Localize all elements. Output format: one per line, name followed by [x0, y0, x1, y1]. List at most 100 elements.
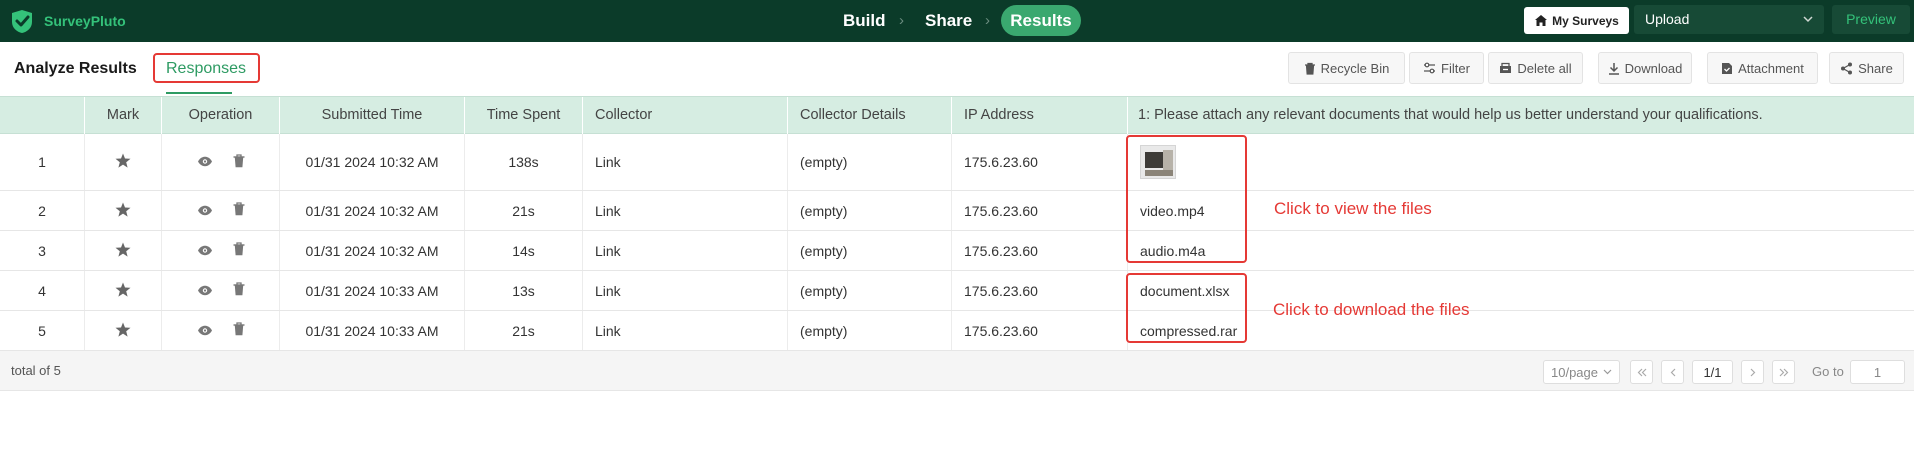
total-count: total of 5: [11, 363, 61, 378]
attachment-label: Attachment: [1738, 60, 1804, 76]
last-page-button[interactable]: [1772, 360, 1795, 384]
submitted-time: 01/31 2024 10:33 AM: [280, 311, 465, 350]
view-eye-icon[interactable]: [197, 154, 213, 170]
star-mark-icon[interactable]: [115, 153, 131, 171]
table-header: Mark Operation Submitted Time Time Spent…: [0, 96, 1914, 134]
delete-trash-icon[interactable]: [233, 153, 245, 171]
results-subheader: Analyze Results Responses Recycle Bin Fi…: [0, 42, 1914, 96]
view-eye-icon[interactable]: [197, 323, 213, 339]
previous-page-button[interactable]: [1661, 360, 1684, 384]
column-header-submitted-time[interactable]: Submitted Time: [280, 97, 465, 134]
annotation-view-files: Click to view the files: [1274, 199, 1432, 218]
mark-cell: [85, 191, 162, 230]
ip-address: 175.6.23.60: [952, 191, 1128, 230]
first-page-button[interactable]: [1630, 360, 1653, 384]
collector: Link: [583, 134, 788, 190]
column-header-ip-address[interactable]: IP Address: [952, 97, 1128, 134]
step-results[interactable]: Results: [1001, 5, 1081, 36]
active-tab-indicator: [166, 92, 232, 94]
row-index: 2: [0, 191, 85, 230]
double-chevron-left-icon: [1637, 368, 1646, 376]
operation-cell: [162, 231, 280, 270]
operation-cell: [162, 134, 280, 190]
delete-trash-icon[interactable]: [233, 202, 245, 219]
column-header-question-1[interactable]: 1: Please attach any relevant documents …: [1128, 97, 1914, 134]
star-mark-icon[interactable]: [115, 322, 131, 340]
tab-analyze-results[interactable]: Analyze Results: [14, 60, 137, 78]
column-header-index: [0, 97, 85, 134]
attachment-file-icon: [1722, 62, 1733, 74]
view-eye-icon[interactable]: [197, 283, 213, 299]
collector-details: (empty): [788, 311, 952, 350]
time-spent: 21s: [465, 191, 583, 230]
operation-cell: [162, 311, 280, 350]
page-size-select[interactable]: 10/page: [1543, 360, 1620, 384]
view-eye-icon[interactable]: [197, 203, 213, 219]
column-header-mark[interactable]: Mark: [85, 97, 162, 134]
step-separator: ›: [985, 12, 990, 29]
time-spent: 14s: [465, 231, 583, 270]
chevron-down-icon: [1802, 5, 1814, 44]
column-header-collector[interactable]: Collector: [583, 97, 788, 134]
view-eye-icon[interactable]: [197, 243, 213, 259]
star-mark-icon[interactable]: [115, 282, 131, 300]
row-index: 4: [0, 271, 85, 310]
step-share[interactable]: Share: [925, 0, 972, 42]
collector-details: (empty): [788, 134, 952, 190]
time-spent: 13s: [465, 271, 583, 310]
operation-cell: [162, 271, 280, 310]
table-row: 4 01/31 2024 10:33 AM 13s Link (empty) 175.6.…: [0, 271, 1914, 311]
step-separator: ›: [899, 12, 904, 29]
my-surveys-button[interactable]: My Surveys: [1524, 7, 1629, 34]
collector-details: (empty): [788, 271, 952, 310]
table-row: 3 01/31 2024 10:32 AM 14s Link (empty) 175.6.…: [0, 231, 1914, 271]
share-icon: [1841, 62, 1853, 74]
top-navigation-bar: SurveyPluto Build › Share › Results My S…: [0, 0, 1914, 42]
table-footer: total of 5 10/page 1/1 Go to 1: [0, 351, 1914, 391]
recycle-bin-label: Recycle Bin: [1320, 60, 1390, 76]
column-header-time-spent[interactable]: Time Spent: [465, 97, 583, 134]
responses-highlight-box: [153, 53, 260, 83]
delete-trash-icon[interactable]: [233, 282, 245, 299]
page-size-value: 10/page: [1551, 364, 1598, 380]
delete-all-button[interactable]: Delete all: [1488, 52, 1583, 84]
goto-label: Go to: [1812, 364, 1844, 379]
attachment-button[interactable]: Attachment: [1707, 52, 1818, 84]
share-label: Share: [1858, 60, 1893, 76]
collector: Link: [583, 191, 788, 230]
surveypluto-logo-icon: [12, 10, 32, 33]
collector: Link: [583, 271, 788, 310]
step-build[interactable]: Build: [843, 0, 886, 42]
share-button[interactable]: Share: [1829, 52, 1904, 84]
download-button[interactable]: Download: [1598, 52, 1692, 84]
brand[interactable]: SurveyPluto: [8, 6, 126, 36]
recycle-bin-button[interactable]: Recycle Bin: [1288, 52, 1405, 84]
delete-trash-icon[interactable]: [233, 242, 245, 259]
operation-cell: [162, 191, 280, 230]
table-row: 5 01/31 2024 10:33 AM 21s Link (empty) 175.6.…: [0, 311, 1914, 351]
collector-details: (empty): [788, 231, 952, 270]
double-chevron-right-icon: [1779, 368, 1788, 376]
submitted-time: 01/31 2024 10:33 AM: [280, 271, 465, 310]
app-name: SurveyPluto: [44, 13, 126, 29]
table-row: 1 01/31 2024 10:32 AM 138s Link (empty) 175.6…: [0, 134, 1914, 191]
time-spent: 21s: [465, 311, 583, 350]
survey-select[interactable]: Upload: [1634, 5, 1824, 34]
star-mark-icon[interactable]: [115, 242, 131, 260]
home-icon: [1535, 15, 1548, 26]
delete-all-label: Delete all: [1517, 60, 1572, 76]
submitted-time: 01/31 2024 10:32 AM: [280, 191, 465, 230]
preview-button[interactable]: Preview: [1832, 5, 1910, 34]
row-index: 5: [0, 311, 85, 350]
column-header-operation: Operation: [162, 97, 280, 134]
column-header-collector-details[interactable]: Collector Details: [788, 97, 952, 134]
filter-button[interactable]: Filter: [1409, 52, 1484, 84]
star-mark-icon[interactable]: [115, 202, 131, 220]
submitted-time: 01/31 2024 10:32 AM: [280, 231, 465, 270]
collector: Link: [583, 231, 788, 270]
goto-page-input[interactable]: 1: [1850, 360, 1905, 384]
delete-trash-icon[interactable]: [233, 322, 245, 339]
mark-cell: [85, 134, 162, 190]
next-page-button[interactable]: [1741, 360, 1764, 384]
delete-all-icon: [1500, 62, 1512, 73]
